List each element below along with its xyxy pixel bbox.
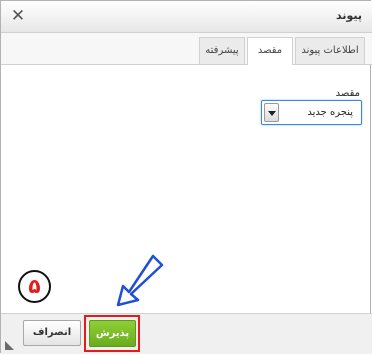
pointer-arrow-icon <box>116 254 164 307</box>
